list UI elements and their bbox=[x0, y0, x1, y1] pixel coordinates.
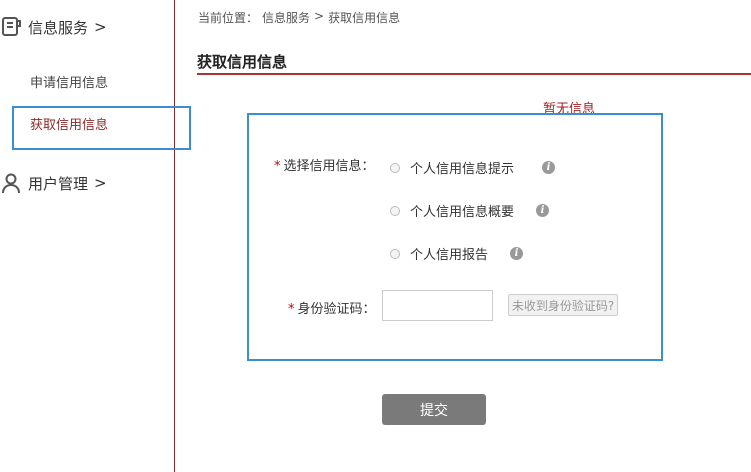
info-icon[interactable]: i bbox=[536, 204, 550, 217]
required-mark: * bbox=[274, 159, 281, 174]
credit-info-form-box bbox=[247, 113, 663, 361]
sidebar-section-user-management[interactable]: 用户管理 > bbox=[0, 172, 107, 194]
option-credit-info-summary[interactable]: 个人信用信息概要 i bbox=[390, 201, 550, 220]
sidebar: 信息服务 > 申请信用信息 获取信用信息 用户管理 > bbox=[0, 0, 175, 472]
sidebar-section-info-service[interactable]: 信息服务 > bbox=[0, 16, 107, 38]
resend-code-button[interactable]: 未收到身份验证码? bbox=[508, 294, 618, 316]
sidebar-section-label: 用户管理 bbox=[28, 174, 89, 193]
option-label: 个人信用信息概要 bbox=[410, 205, 515, 220]
sidebar-selection-highlight bbox=[12, 106, 191, 150]
option-credit-report[interactable]: 个人信用报告 i bbox=[390, 244, 524, 263]
required-mark: * bbox=[288, 302, 295, 317]
info-icon[interactable]: i bbox=[542, 161, 556, 174]
breadcrumb: 当前位置： 信息服务 > 获取信用信息 bbox=[198, 9, 400, 26]
chevron-right-icon: > bbox=[94, 18, 107, 36]
id-code-label: * 身份验证码： bbox=[288, 298, 376, 317]
breadcrumb-prefix: 当前位置： bbox=[198, 11, 259, 25]
option-credit-info-tip[interactable]: 个人信用信息提示 i bbox=[390, 158, 556, 177]
select-credit-info-label-text: 选择信用信息： bbox=[283, 159, 375, 174]
chevron-right-icon: > bbox=[94, 174, 107, 192]
breadcrumb-link-info-service[interactable]: 信息服务 bbox=[262, 9, 310, 26]
option-label: 个人信用报告 bbox=[410, 248, 489, 263]
id-code-label-text: 身份验证码： bbox=[297, 302, 376, 317]
select-credit-info-label: * 选择信用信息： bbox=[274, 155, 375, 174]
user-icon bbox=[2, 173, 20, 194]
breadcrumb-current: 获取信用信息 bbox=[328, 11, 401, 25]
radio-button[interactable] bbox=[390, 205, 400, 216]
radio-button[interactable] bbox=[390, 162, 400, 173]
submit-button[interactable]: 提交 bbox=[382, 394, 486, 425]
sidebar-item-apply-credit-info[interactable]: 申请信用信息 bbox=[30, 72, 108, 91]
option-label: 个人信用信息提示 bbox=[410, 162, 515, 177]
id-code-input[interactable] bbox=[382, 290, 493, 321]
sidebar-section-label: 信息服务 bbox=[28, 18, 89, 37]
title-divider bbox=[197, 73, 751, 75]
radio-button[interactable] bbox=[390, 248, 400, 259]
breadcrumb-separator: > bbox=[314, 9, 325, 23]
info-icon[interactable]: i bbox=[510, 247, 524, 260]
document-service-icon bbox=[2, 17, 21, 36]
page-title: 获取信用信息 bbox=[197, 53, 288, 71]
